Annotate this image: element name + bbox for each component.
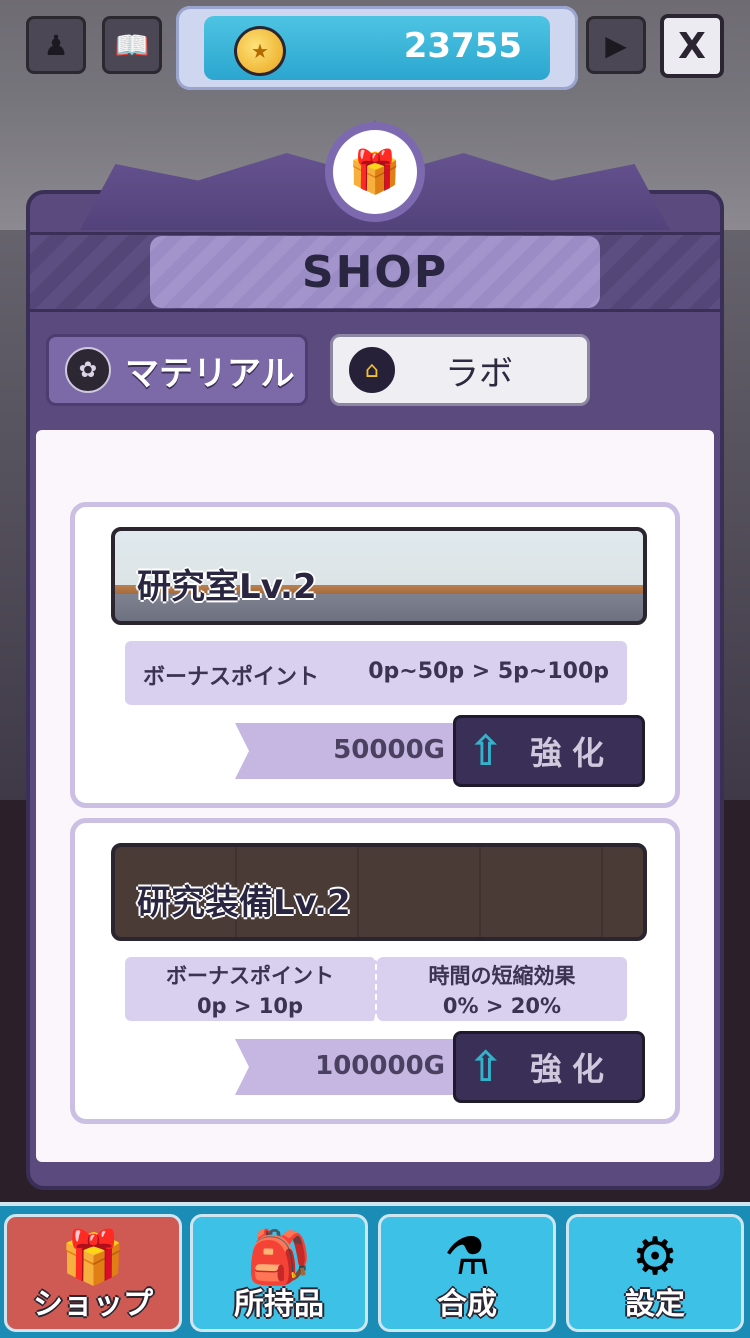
nav-synthesis-label: 合成 <box>437 1287 497 1322</box>
stat-label: 時間の短縮効果 <box>428 964 576 988</box>
upgrade-button[interactable]: ⇧ 強化 <box>453 715 645 787</box>
stat-value: 0p > 10p <box>196 994 304 1018</box>
item-name: 研究装備Lv.2 <box>137 883 351 923</box>
nav-synthesis[interactable]: ⚗ 合成 <box>378 1214 556 1332</box>
upgrade-button[interactable]: ⇧ 強化 <box>453 1031 645 1103</box>
book-icon: 📖 <box>114 28 150 62</box>
arrow-up-icon: ⇧ <box>468 1042 504 1091</box>
nav-inventory[interactable]: 🎒 所持品 <box>190 1214 368 1332</box>
nav-settings-label: 設定 <box>625 1287 685 1322</box>
item-price: 50000G <box>333 735 445 765</box>
tab-material[interactable]: ✿ マテリアル <box>46 334 308 406</box>
item-price-tag: 100000G <box>235 1039 465 1095</box>
title-plate: SHOP <box>150 236 600 308</box>
stat-value: 0% > 20% <box>442 994 562 1018</box>
page-title: SHOP <box>301 246 449 298</box>
video-play-icon: ▶ <box>605 28 627 62</box>
bottom-nav: 🎁 ショップ 🎒 所持品 ⚗ 合成 ⚙ 設定 <box>0 1202 750 1338</box>
tab-lab-label: ラボ <box>445 353 513 394</box>
coin-icon: ★ <box>234 26 286 76</box>
item-stats: ボーナスポイント 0p > 10p 時間の短縮効果 0% > 20% <box>125 957 627 1021</box>
stat-value: 0p~50p > 5p~100p <box>368 659 609 684</box>
video-button[interactable]: ▶ <box>586 16 646 74</box>
item-stats: ボーナスポイント 0p~50p > 5p~100p <box>125 641 627 705</box>
arrow-up-icon: ⇧ <box>468 726 504 775</box>
book-button[interactable]: 📖 <box>102 16 162 74</box>
shop-item-card: 研究装備Lv.2 ボーナスポイント 0p > 10p 時間の短縮効果 0% > … <box>70 818 680 1124</box>
lab-building-icon: ⌂ <box>349 347 395 393</box>
item-name: 研究室Lv.2 <box>137 567 317 607</box>
coin-amount: 23755 <box>403 26 522 66</box>
nav-settings[interactable]: ⚙ 設定 <box>566 1214 744 1332</box>
character-button[interactable]: ♟ <box>26 16 86 74</box>
stat-label: ボーナスポイント <box>143 665 320 690</box>
nav-shop[interactable]: 🎁 ショップ <box>4 1214 182 1332</box>
nav-inventory-label: 所持品 <box>234 1287 324 1322</box>
material-icon: ✿ <box>65 347 111 393</box>
silhouette-icon: ♟ <box>43 28 69 62</box>
item-price-tag: 50000G <box>235 723 465 779</box>
tab-material-label: マテリアル <box>125 353 295 394</box>
upgrade-label: 強化 <box>530 734 615 772</box>
tab-lab[interactable]: ⌂ ラボ <box>330 334 590 406</box>
stat-bonus-points: ボーナスポイント 0p > 10p <box>125 957 377 1021</box>
nav-shop-label: ショップ <box>33 1287 153 1322</box>
stat-label: ボーナスポイント <box>166 964 334 988</box>
close-button[interactable]: X <box>660 14 724 78</box>
stat-time-reduction: 時間の短縮効果 0% > 20% <box>377 957 627 1021</box>
item-banner-equipment: 研究装備Lv.2 <box>111 843 647 941</box>
item-price: 100000G <box>315 1051 445 1081</box>
coin-counter: ★ 23755 <box>176 6 578 90</box>
shop-emblem-icon: 🎁 <box>325 122 425 222</box>
synthesis-flask-icon: ⚗ <box>443 1227 491 1287</box>
settings-gear-icon: ⚙ <box>631 1227 679 1287</box>
shop-item-card: 研究室Lv.2 ボーナスポイント 0p~50p > 5p~100p 50000G… <box>70 502 680 808</box>
upgrade-label: 強化 <box>530 1050 615 1088</box>
item-banner-lab-room: 研究室Lv.2 <box>111 527 647 625</box>
